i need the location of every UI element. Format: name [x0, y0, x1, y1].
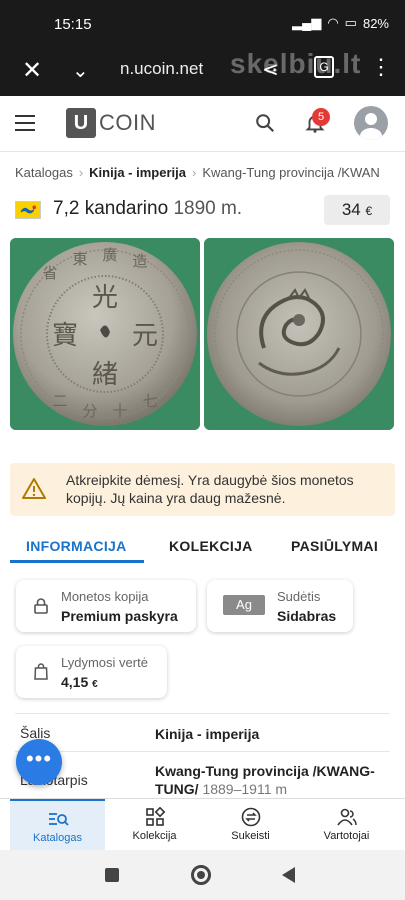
silver-badge: Ag	[223, 595, 265, 615]
more-vert-icon[interactable]: ⋮	[370, 54, 392, 80]
dots-icon: •••	[25, 746, 53, 771]
back-icon[interactable]	[282, 867, 295, 883]
flag-icon	[15, 201, 41, 219]
close-icon[interactable]: ✕	[22, 56, 42, 85]
detail-row-country: Šalis Kinija - imperija	[15, 713, 390, 751]
logo-text: COIN	[99, 110, 156, 135]
page-title: 7,2 kandarino 1890 m.	[53, 198, 242, 220]
svg-text:寶: 寶	[52, 321, 78, 351]
coin-year: 1890 m.	[173, 198, 243, 219]
lock-icon	[34, 598, 48, 614]
composition-card[interactable]: Ag Sudėtis Sidabras	[207, 580, 353, 632]
copy-warning-banner: Atkreipkite dėmesį. Yra daugybė šios mon…	[10, 463, 395, 516]
menu-icon[interactable]	[15, 115, 35, 131]
catalog-search-icon	[48, 813, 69, 826]
composition-value: Sidabras	[277, 608, 337, 624]
melt-value-card[interactable]: Lydymosi vertė 4,15 €	[16, 646, 167, 698]
watermark: skelbiu.lt	[230, 48, 362, 79]
nav-kolekcija[interactable]: Kolekcija	[107, 799, 202, 851]
ucoin-logo[interactable]: U COIN	[66, 108, 156, 138]
breadcrumb: Katalogas › Kinija - imperija › Kwang-Tung p…	[15, 165, 380, 180]
avatar[interactable]	[354, 106, 388, 140]
wifi-icon: ◠	[327, 15, 339, 30]
melt-currency: €	[92, 679, 98, 690]
status-bar: 15:15 ▂▄▆ ◠ ▭ 82%	[0, 0, 405, 46]
status-icons: ▂▄▆ ◠ ▭ 82%	[292, 15, 389, 31]
copy-value: Premium paskyra	[61, 608, 178, 624]
search-icon[interactable]	[254, 112, 276, 134]
url-text[interactable]: n.ucoin.net	[120, 59, 203, 79]
exchange-icon	[241, 807, 260, 827]
nav-label: Sukeisti	[231, 830, 270, 842]
bottom-nav: Katalogas Kolekcija Sukeisti Vartotojai	[0, 798, 405, 851]
price-value: 34	[341, 200, 361, 219]
status-time: 15:15	[54, 16, 92, 33]
nav-label: Katalogas	[33, 832, 82, 844]
detail-row-period: Laikotarpis Kwang-Tung provincija /KWANG…	[15, 751, 390, 801]
composition-label: Sudėtis	[277, 589, 321, 604]
svg-text:東: 東	[72, 250, 87, 268]
nav-label: Kolekcija	[132, 830, 177, 842]
warning-text: Atkreipkite dėmesį. Yra daugybė šios mon…	[66, 472, 354, 506]
notification-badge: 5	[312, 108, 330, 126]
svg-text:省: 省	[42, 264, 57, 282]
coin-title-row: 7,2 kandarino 1890 m. 34 €	[15, 195, 390, 225]
tab-kolekcija[interactable]: KOLEKCIJA	[169, 538, 253, 554]
more-actions-fab[interactable]: •••	[16, 739, 62, 785]
nav-vartotojai[interactable]: Vartotojai	[299, 799, 394, 851]
chevron-down-icon[interactable]: ⌄	[72, 58, 89, 83]
svg-text:元: 元	[132, 321, 158, 351]
svg-text:十: 十	[112, 402, 127, 420]
nav-sukeisti[interactable]: Sukeisti	[203, 799, 298, 851]
coin-obverse-image[interactable]: 光緒寶 元 省東廣造 二分十七	[10, 238, 200, 430]
copy-card[interactable]: Monetos kopija Premium paskyra	[16, 580, 196, 632]
signal-icon: ▂▄▆	[292, 15, 322, 30]
svg-text:光: 光	[92, 283, 118, 313]
detail-value-wrap[interactable]: Kwang-Tung provincija /KWANG-TUNG/ 1889–…	[155, 762, 385, 798]
shopping-bag-icon	[34, 663, 48, 680]
users-icon	[336, 808, 357, 826]
nav-label: Vartotojai	[323, 830, 370, 842]
price-badge[interactable]: 34 €	[324, 195, 390, 225]
tab-pasiulymai[interactable]: PASIŪLYMAI	[291, 538, 378, 554]
nav-katalogas[interactable]: Katalogas	[10, 799, 105, 851]
coin-name: 7,2 kandarino	[53, 198, 169, 219]
melt-amount: 4,15	[61, 674, 89, 690]
svg-text:分: 分	[82, 402, 97, 420]
price-currency: €	[365, 204, 373, 218]
svg-text:二: 二	[52, 392, 67, 410]
logo-mark: U	[66, 108, 96, 138]
grid-icon	[145, 807, 165, 826]
coin-reverse-image[interactable]	[204, 238, 394, 430]
breadcrumb-item[interactable]: Kwang-Tung provincija /KWAN	[202, 165, 380, 180]
svg-text:廣: 廣	[102, 246, 117, 264]
system-nav-bar	[0, 850, 405, 900]
detail-extra: 1889–1911 m	[202, 781, 288, 797]
battery-level: 82%	[362, 15, 389, 31]
recents-icon[interactable]	[105, 868, 119, 882]
detail-value[interactable]: Kinija - imperija	[155, 725, 385, 743]
svg-text:七: 七	[142, 392, 157, 410]
tab-bar: INFORMACIJA KOLEKCIJA PASIŪLYMAI	[0, 530, 405, 564]
breadcrumb-item[interactable]: Katalogas	[15, 165, 73, 180]
svg-text:緒: 緒	[92, 360, 118, 390]
active-tab-indicator	[10, 560, 144, 563]
melt-value: 4,15 €	[61, 674, 98, 690]
warning-icon	[22, 478, 46, 499]
tab-informacija[interactable]: INFORMACIJA	[26, 538, 127, 554]
home-icon[interactable]	[191, 865, 211, 885]
melt-label: Lydymosi vertė	[61, 655, 148, 670]
breadcrumb-item[interactable]: Kinija - imperija	[89, 165, 186, 180]
copy-label: Monetos kopija	[61, 589, 149, 604]
svg-text:造: 造	[132, 252, 147, 270]
battery-icon: ▭	[344, 15, 357, 30]
app-header: U COIN	[0, 96, 405, 152]
